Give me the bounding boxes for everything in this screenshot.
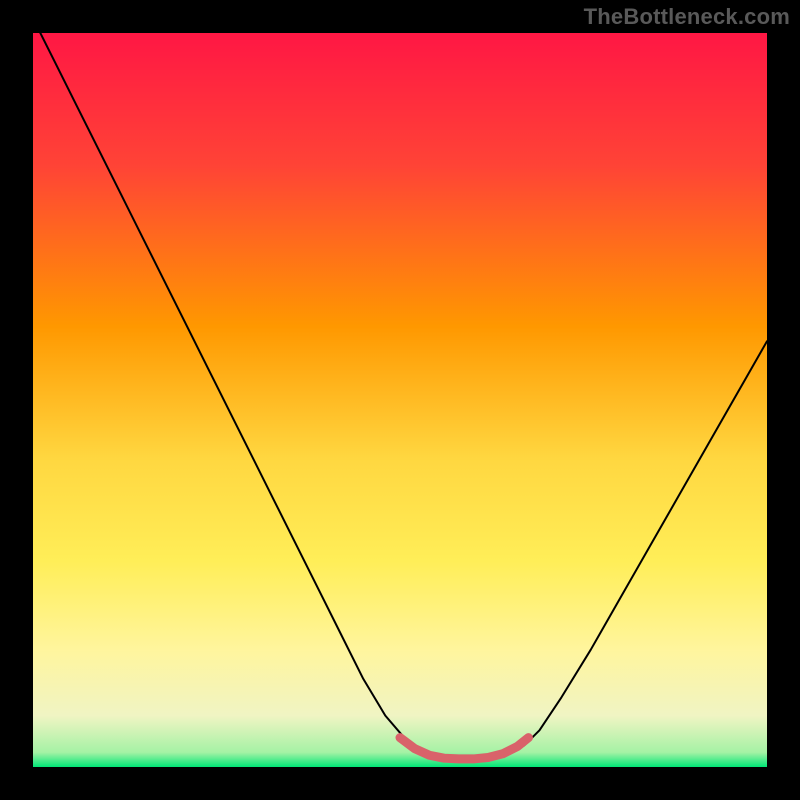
watermark-text: TheBottleneck.com bbox=[584, 4, 790, 30]
chart-plot-area bbox=[33, 33, 767, 767]
gradient-background bbox=[33, 33, 767, 767]
chart-svg bbox=[33, 33, 767, 767]
